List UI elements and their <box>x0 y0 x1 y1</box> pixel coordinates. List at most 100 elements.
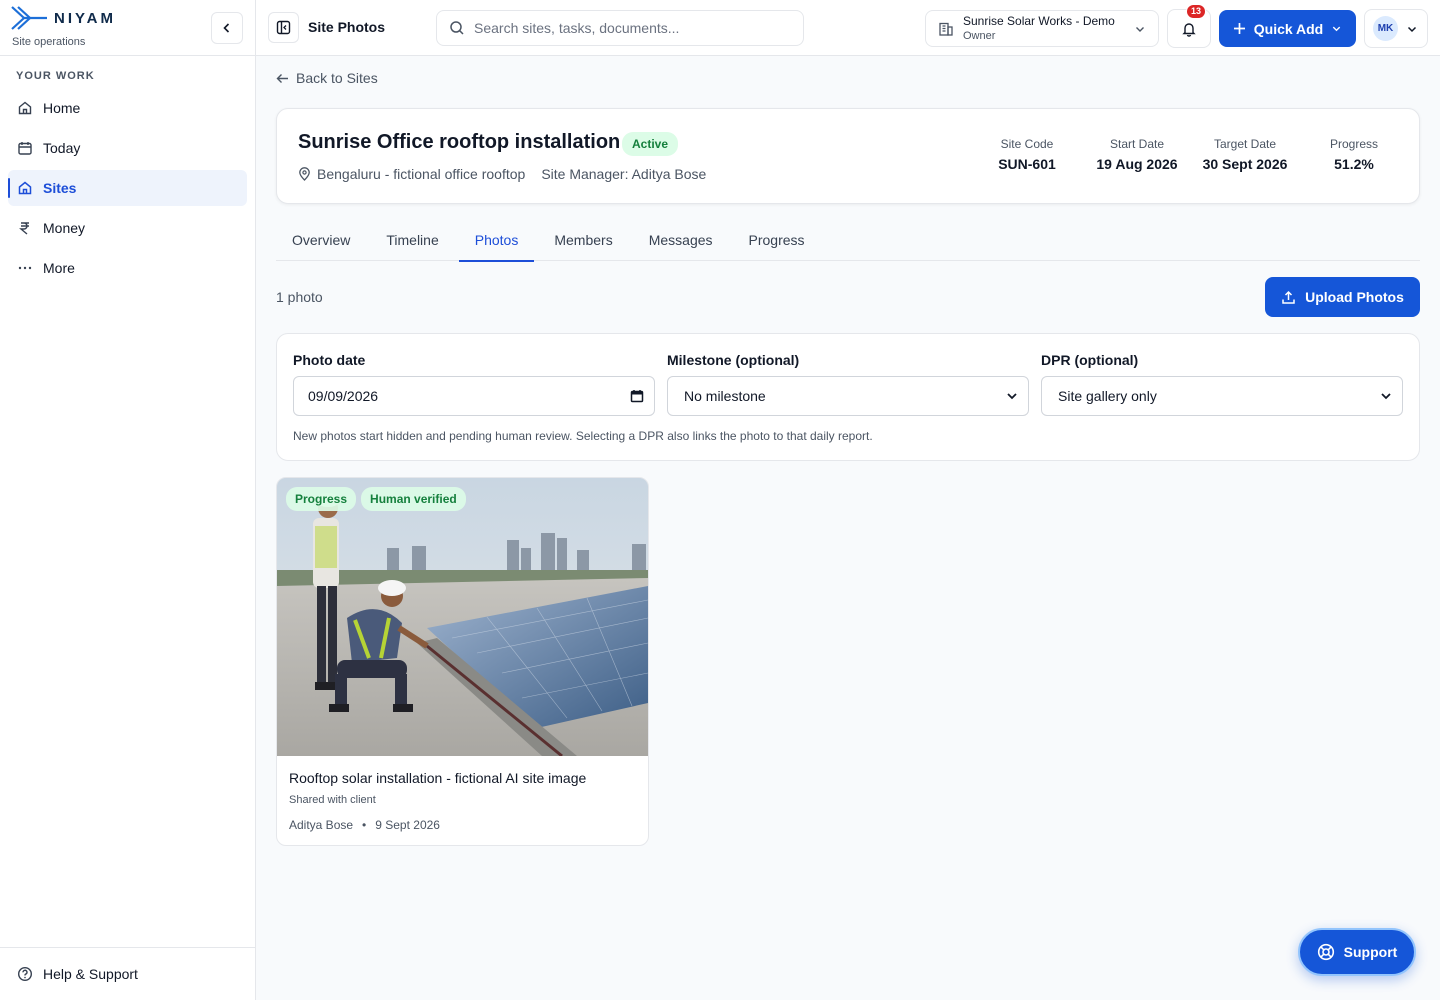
sidebar-item-more[interactable]: More <box>8 250 247 286</box>
photo-card[interactable]: Progress Human verified Rooftop solar in… <box>276 477 649 846</box>
dpr-value: Site gallery only <box>1058 388 1157 404</box>
photo-date: 9 Sept 2026 <box>375 818 440 832</box>
section-label: YOUR WORK <box>16 70 95 82</box>
stat-label: Start Date <box>1109 137 1165 151</box>
calendar-icon <box>17 140 33 156</box>
back-label: Back to Sites <box>296 70 378 86</box>
map-pin-icon <box>298 167 311 181</box>
org-name: Sunrise Solar Works - Demo <box>963 13 1115 28</box>
site-photo-thumbnail[interactable]: Progress Human verified <box>277 478 648 756</box>
search-icon <box>449 20 465 36</box>
chevron-down-icon <box>1006 390 1018 402</box>
photo-date-value: 09/09/2026 <box>308 388 379 404</box>
photo-count: 1 photo <box>276 289 323 305</box>
page-title: Site Photos <box>308 19 386 35</box>
site-summary-card: Sunrise Office rooftop installation Acti… <box>276 108 1420 204</box>
calendar-icon[interactable] <box>630 389 644 403</box>
stat-value: SUN-601 <box>998 156 1056 172</box>
stat-value: 51.2% <box>1334 156 1374 172</box>
collapse-sidebar-button[interactable] <box>211 12 243 44</box>
chevron-down-icon <box>1331 23 1342 34</box>
brand: NIYAM Site operations <box>0 0 255 56</box>
sidebar-item-label: More <box>43 260 75 276</box>
tab-progress[interactable]: Progress <box>733 220 821 261</box>
avatar: MK <box>1373 16 1398 41</box>
tab-timeline[interactable]: Timeline <box>370 220 454 261</box>
topbar: Site Photos Sunrise Solar Works - Demo O… <box>256 0 1440 56</box>
plus-icon <box>1233 22 1246 35</box>
site-manager: Site Manager: Aditya Bose <box>541 166 707 182</box>
field-label: Photo date <box>293 352 366 368</box>
stat-label: Site Code <box>1000 137 1054 151</box>
notification-count-badge: 13 <box>1185 4 1206 19</box>
chevron-down-icon <box>1380 390 1392 402</box>
quick-add-label: Quick Add <box>1253 20 1324 37</box>
photo-tags: Progress Human verified <box>286 487 466 511</box>
upload-label: Upload Photos <box>1305 289 1404 305</box>
quick-add-button[interactable]: Quick Add <box>1219 10 1356 47</box>
search-input[interactable] <box>474 20 774 36</box>
tab-photos[interactable]: Photos <box>458 220 535 262</box>
dpr-field: DPR (optional) Site gallery only <box>1041 352 1403 416</box>
user-menu-button[interactable]: MK <box>1364 9 1428 48</box>
sidebar-item-label: Sites <box>43 180 77 196</box>
search-bar <box>436 10 804 46</box>
brand-name: NIYAM <box>54 9 116 27</box>
sidebar-item-home[interactable]: Home <box>8 90 247 126</box>
sidebar-item-today[interactable]: Today <box>8 130 247 166</box>
rupee-icon <box>17 220 33 236</box>
sidebar-item-label: Home <box>43 100 81 116</box>
photo-title: Rooftop solar installation - fictional A… <box>289 770 587 786</box>
arrow-left-icon <box>276 72 289 85</box>
back-to-sites-link[interactable]: Back to Sites <box>276 70 378 86</box>
milestone-value: No milestone <box>684 388 766 404</box>
stat-value: 19 Aug 2026 <box>1096 156 1178 172</box>
status-badge: Active <box>622 132 679 156</box>
lifebuoy-icon <box>1317 943 1335 961</box>
chevron-down-icon <box>1134 23 1146 35</box>
tab-overview[interactable]: Overview <box>276 220 366 261</box>
panel-icon <box>276 20 291 35</box>
tab-messages[interactable]: Messages <box>633 220 729 261</box>
stat-target-date: Target Date 30 Sept 2026 <box>1189 137 1301 172</box>
chevron-down-icon <box>1406 23 1418 35</box>
home-icon <box>17 100 33 116</box>
photo-tag-verified: Human verified <box>361 487 466 511</box>
photo-author: Aditya Bose <box>289 818 354 832</box>
sidebar-item-label: Money <box>43 220 86 236</box>
photo-upload-filters: Photo date 09/09/2026 Milestone (optiona… <box>276 333 1420 461</box>
tab-members[interactable]: Members <box>538 220 628 261</box>
upload-photos-button[interactable]: Upload Photos <box>1265 277 1420 317</box>
dpr-select[interactable]: Site gallery only <box>1041 376 1403 416</box>
photo-byline: Aditya Bose • 9 Sept 2026 <box>289 818 440 832</box>
help-label: Help & Support <box>43 966 138 982</box>
notifications-button[interactable]: 13 <box>1167 4 1211 48</box>
sidebar-item-money[interactable]: Money <box>8 210 247 246</box>
site-meta: Bengaluru - fictional office rooftop Sit… <box>298 166 706 182</box>
stat-label: Progress <box>1329 137 1379 151</box>
help-support-link[interactable]: Help & Support <box>0 947 255 1000</box>
org-switcher[interactable]: Sunrise Solar Works - Demo Owner <box>925 10 1159 47</box>
niyam-logo-icon <box>10 4 48 32</box>
site-location: Bengaluru - fictional office rooftop <box>317 166 526 182</box>
photo-date-input[interactable]: 09/09/2026 <box>293 376 655 416</box>
upload-icon <box>1281 290 1296 305</box>
support-label: Support <box>1343 944 1398 960</box>
separator-dot: • <box>362 818 367 832</box>
stat-progress: Progress 51.2% <box>1309 137 1399 172</box>
photo-date-field: Photo date 09/09/2026 <box>293 352 655 416</box>
rooftop-solar-photo-illustration <box>277 478 648 756</box>
bell-icon <box>1181 21 1197 37</box>
sidebar-item-sites[interactable]: Sites <box>8 170 247 206</box>
field-label: DPR (optional) <box>1041 352 1139 368</box>
stat-label: Target Date <box>1213 137 1277 151</box>
stat-start-date: Start Date 19 Aug 2026 <box>1085 137 1189 172</box>
toggle-panel-button[interactable] <box>268 12 299 43</box>
stat-site-code: Site Code SUN-601 <box>977 137 1077 172</box>
stat-value: 30 Sept 2026 <box>1202 156 1288 172</box>
support-button[interactable]: Support <box>1298 928 1416 976</box>
more-icon <box>17 260 33 276</box>
milestone-select[interactable]: No milestone <box>667 376 1029 416</box>
chevron-left-icon <box>221 22 233 34</box>
site-tabs: Overview Timeline Photos Members Message… <box>276 220 1420 262</box>
